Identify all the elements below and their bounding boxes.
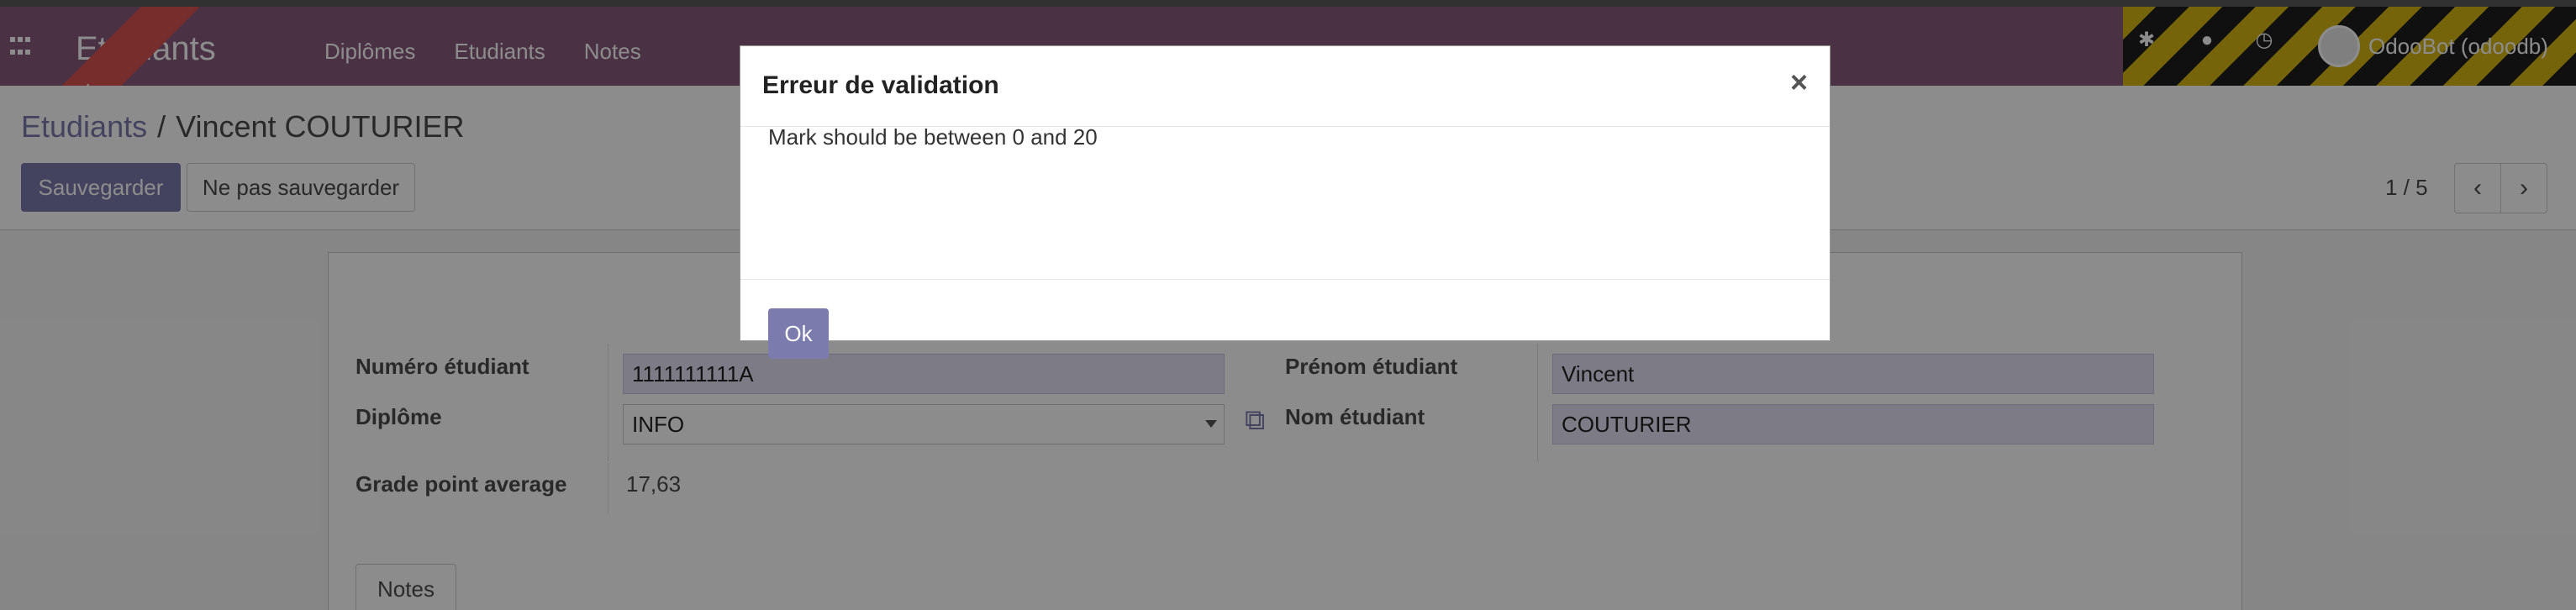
ok-button[interactable]: Ok <box>768 308 829 359</box>
modal-title: Erreur de validation <box>762 71 999 99</box>
close-icon[interactable]: × <box>1790 65 1808 100</box>
modal-footer: Ok <box>740 280 1830 359</box>
modal-header: Erreur de validation × <box>740 46 1830 127</box>
validation-error-dialog: Erreur de validation × Mark should be be… <box>740 45 1831 359</box>
modal-message: Mark should be between 0 and 20 <box>768 124 1098 150</box>
